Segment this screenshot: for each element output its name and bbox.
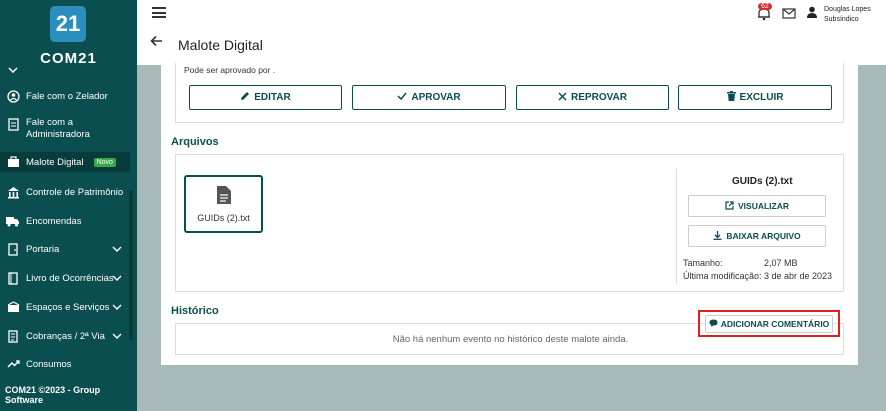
bank-icon [6,185,20,199]
add-comment-button[interactable]: ADICIONAR COMENTÁRIO [705,314,833,333]
notification-badge: 62 [758,3,772,10]
sidebar-item-label: Portaria [26,243,60,255]
door-icon [6,242,20,256]
sidebar-item-cobrancas[interactable]: Cobranças / 2ª Via [0,328,130,344]
sidebar-item-portaria[interactable]: Portaria [0,241,130,257]
files-card: GUIDs (2).txt GUIDs (2).txt VISUALIZAR B… [175,154,844,292]
view-button[interactable]: VISUALIZAR [688,195,826,217]
reject-button-label: REPROVAR [571,92,627,103]
sidebar-item-ocorrencias[interactable]: Livro de Ocorrências [0,270,130,286]
file-icon [216,185,231,207]
file-name: GUIDs (2).txt [197,212,250,223]
sidebar-item-espacos[interactable]: Espaços e Serviços [0,299,130,315]
receipt-icon [6,329,20,343]
add-comment-label: ADICIONAR COMENTÁRIO [720,318,830,329]
reject-button[interactable]: REPROVAR [516,85,669,110]
sidebar-item-label: Malote Digital [26,156,84,168]
mail-icon[interactable] [782,8,796,22]
sidebar-item-zelador[interactable]: Fale com o Zelador [0,88,130,104]
approve-button[interactable]: APROVAR [352,85,506,110]
back-arrow-icon[interactable] [150,34,163,51]
sidebar-scrollbar[interactable] [129,190,133,340]
modified-label: Última modificação: [683,271,762,281]
sidebar-item-administradora[interactable]: Fale com a Administradora [0,117,130,145]
partial-icon [6,63,20,77]
chevron-down-icon [112,273,122,284]
chevron-down-icon [112,302,122,313]
delete-button-label: EXCLUIR [739,92,784,103]
chevron-down-icon [112,331,122,342]
approve-button-label: APROVAR [411,92,461,103]
sidebar-item-label: Cobranças / 2ª Via [26,330,105,342]
sidebar-item-encomendas[interactable]: Encomendas [0,213,130,229]
comment-icon [709,319,718,329]
sidebar-item-malote-digital[interactable]: Malote Digital Novo [0,152,130,172]
external-link-icon [725,200,734,212]
user-info[interactable]: Douglas Lopes Subsíndico [824,5,871,25]
history-section-title: Histórico [171,305,219,317]
sidebar-item-consumos[interactable]: Consumos [0,356,130,372]
view-button-label: VISUALIZAR [738,201,789,211]
building-icon [6,300,20,314]
close-icon [558,91,567,104]
sidebar-item-label: Fale com o Zelador [26,90,108,102]
file-detail-title: GUIDs (2).txt [732,176,793,187]
sidebar-item-label: Livro de Ocorrências [26,272,114,284]
sidebar-item-label: Consumos [26,358,72,370]
user-icon[interactable] [807,6,817,22]
menu-icon[interactable] [152,7,166,18]
divider [676,169,677,284]
sidebar-item-patrimonio[interactable]: Controle de Patrimônio [0,184,130,200]
chevron-down-icon [112,244,122,255]
file-tile[interactable]: GUIDs (2).txt [184,175,263,233]
edit-button-label: EDITAR [254,92,291,103]
document-icon [6,117,20,131]
add-comment-highlight: ADICIONAR COMENTÁRIO [698,310,840,337]
sidebar-item-partial[interactable] [0,66,130,74]
sidebar-item-label: Controle de Patrimônio [26,186,124,198]
headset-icon [6,89,20,103]
book-icon [6,271,20,285]
approval-panel: Pode ser aprovado por . EDITAR APROVAR R… [175,63,844,123]
edit-button[interactable]: EDITAR [189,85,342,110]
header: Malote Digital 62 Douglas Lopes Subsíndi… [137,0,886,65]
check-icon [397,92,407,103]
download-button-label: BAIXAR ARQUIVO [726,231,801,241]
page-title: Malote Digital [178,37,263,53]
size-label: Tamanho: [683,258,723,268]
delete-button[interactable]: EXCLUIR [678,85,832,110]
briefcase-icon [6,155,20,169]
trash-icon [726,91,736,104]
sidebar-item-label: Espaços e Serviços [26,301,110,313]
pencil-icon [240,91,250,104]
main-card: Pode ser aprovado por . EDITAR APROVAR R… [161,63,858,365]
download-icon [713,230,722,242]
sidebar: 21 COM21 Fale com o Zelador Fale com a A… [0,0,137,411]
download-button[interactable]: BAIXAR ARQUIVO [688,225,826,247]
new-badge: Novo [93,157,116,167]
app-logo-text: COM21 [40,50,97,67]
app-logo[interactable]: 21 [50,6,86,42]
trending-up-icon [6,357,20,371]
sidebar-item-label: Fale com a Administradora [26,117,90,140]
user-name: Douglas Lopes [824,6,871,13]
size-value: 2,07 MB [764,258,798,268]
files-section-title: Arquivos [171,136,219,148]
truck-icon [6,214,20,228]
footer-copyright: COM21 ©2023 - Group Software [5,385,101,405]
modified-value: 3 de abr de 2023 [764,271,833,281]
sidebar-item-label: Encomendas [26,215,82,227]
user-role: Subsíndico [824,16,859,23]
approval-text: Pode ser aprovado por . [184,65,276,75]
